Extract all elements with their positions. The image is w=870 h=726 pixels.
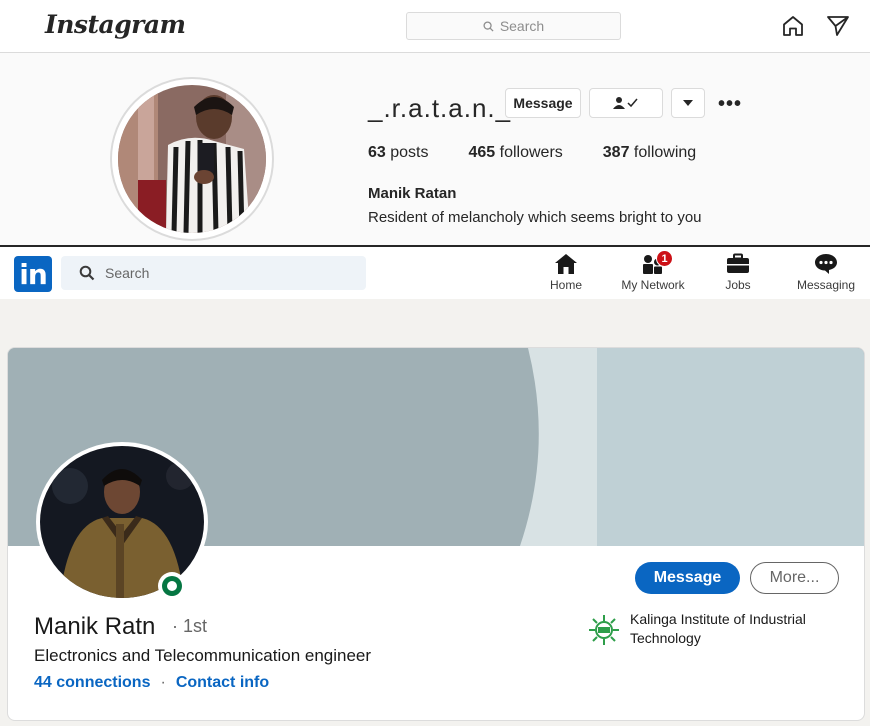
following-button[interactable] <box>589 88 663 118</box>
nav-messaging[interactable]: Messaging <box>793 253 859 292</box>
instagram-profile: Instagram Search _.r.a.t.a.n._ Message •… <box>0 0 870 246</box>
instagram-full-name: Manik Ratan <box>368 185 457 202</box>
followers-count[interactable]: 465 followers <box>468 144 562 162</box>
caret-down-icon <box>683 100 693 106</box>
home-icon <box>555 254 577 274</box>
linkedin-nav: in Search Home 1 My Network Jobs Messagi… <box>0 247 870 299</box>
separator: · <box>160 674 166 691</box>
search-placeholder: Search <box>499 18 545 34</box>
nav-jobs-label: Jobs <box>725 278 751 292</box>
nav-home[interactable]: Home <box>545 253 587 292</box>
school-logo-icon <box>589 615 619 645</box>
search-icon <box>79 265 95 281</box>
following-count[interactable]: 387 following <box>603 144 696 162</box>
briefcase-icon <box>727 253 749 273</box>
suggested-dropdown-button[interactable] <box>671 88 705 118</box>
connections-link[interactable]: 44 connections <box>34 674 150 692</box>
nav-messaging-label: Messaging <box>796 278 856 292</box>
connection-degree: · 1st <box>172 616 208 636</box>
linkedin-more-button[interactable]: More... <box>750 562 839 594</box>
instagram-stats: 63 posts 465 followers 387 following <box>368 144 736 162</box>
linkedin-profile-card: Message More... Manik Ratn · 1st Electro… <box>7 347 865 721</box>
nav-home-label: Home <box>549 278 582 292</box>
linkedin-profile: in Search Home 1 My Network Jobs Messagi… <box>0 247 870 726</box>
instagram-header: Instagram Search <box>0 0 870 53</box>
posts-count: 63 posts <box>368 144 429 161</box>
nav-my-network[interactable]: 1 My Network <box>614 250 692 292</box>
direct-message-icon[interactable] <box>826 14 850 38</box>
search-placeholder: Search <box>105 265 150 281</box>
school-name: Kalinga Institute of Industrial Technolo… <box>630 611 806 646</box>
instagram-avatar[interactable] <box>110 77 274 241</box>
search-icon <box>483 20 494 32</box>
user-check-icon <box>613 97 638 109</box>
instagram-username: _.r.a.t.a.n._ <box>368 93 512 123</box>
notification-badge: 1 <box>656 250 673 267</box>
nav-my-network-label: My Network <box>621 278 685 292</box>
linkedin-message-button[interactable]: Message <box>635 562 740 594</box>
online-status-icon <box>158 572 186 600</box>
linkedin-search-input[interactable]: Search <box>61 256 366 290</box>
linkedin-links: 44 connections · Contact info <box>34 674 269 692</box>
profile-photo <box>118 85 266 233</box>
linkedin-logo[interactable]: in <box>14 256 52 292</box>
nav-jobs[interactable]: Jobs <box>716 253 760 292</box>
linkedin-headline: Electronics and Telecommunication engine… <box>34 646 372 665</box>
instagram-search-input[interactable]: Search <box>406 12 621 40</box>
instagram-bio: Resident of melancholy which seems brigh… <box>368 209 702 226</box>
message-bubble-icon <box>815 254 837 274</box>
instagram-logo[interactable]: Instagram <box>45 10 186 39</box>
linkedin-name: Manik Ratn <box>34 613 156 640</box>
more-options-icon[interactable]: ••• <box>718 93 742 116</box>
home-icon[interactable] <box>781 14 805 38</box>
education-entry[interactable]: Kalinga Institute of Industrial Technolo… <box>586 610 856 648</box>
contact-info-link[interactable]: Contact info <box>176 674 269 692</box>
instagram-message-button[interactable]: Message <box>505 88 581 118</box>
